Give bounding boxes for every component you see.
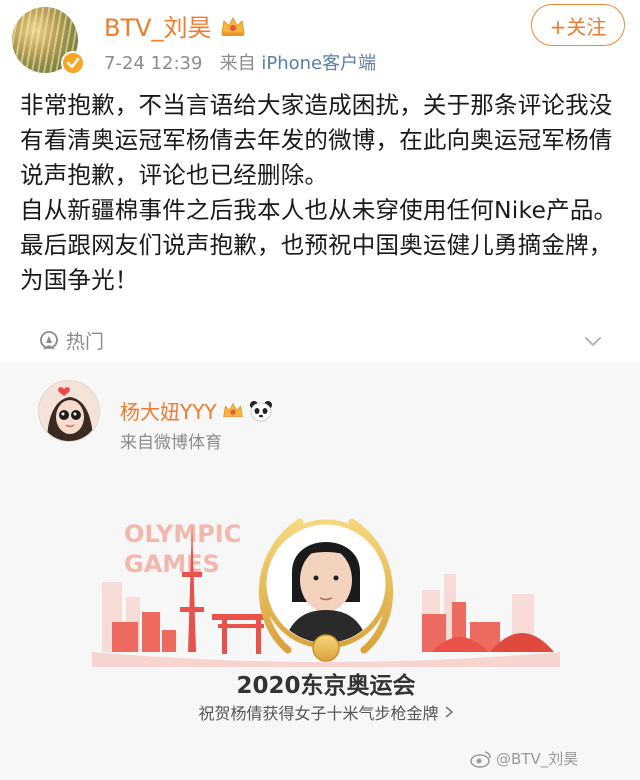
banner-subtitle-link[interactable]: 祝贺杨倩获得女子十米气步枪金牌 <box>92 700 560 724</box>
hot-tag[interactable]: 热门 <box>38 327 104 354</box>
quoted-source: 来自微博体育 <box>120 433 222 453</box>
verified-icon <box>61 51 85 75</box>
crown-icon <box>222 402 243 417</box>
post-paragraph: 非常抱歉，不当言语给大家造成困扰，关于那条评论我没有看清奥运冠军杨倩去年发的微博… <box>20 91 613 189</box>
post-meta: 7-24 12:39 来自 iPhone客户端 <box>104 49 376 75</box>
quoted-post-card[interactable]: 杨大妞YYY 来自微博体育 OLYMPIC GAMES 2020东京奥运会 祝贺… <box>0 362 640 780</box>
crown-icon <box>220 16 245 36</box>
follow-button[interactable]: +关注 <box>531 4 625 46</box>
post-time: 7-24 12:39 <box>104 53 203 74</box>
source-prefix: 来自 <box>219 53 256 74</box>
post-content: 非常抱歉，不当言语给大家造成困扰，关于那条评论我没有看清奥运冠军杨倩去年发的微博… <box>20 88 626 298</box>
author-name[interactable]: BTV_刘昊 <box>104 8 246 43</box>
post-paragraph: 最后跟网友们说声抱歉，也预祝中国奥运健儿勇摘金牌，为国争光！ <box>20 231 613 294</box>
post-paragraph: 自从新疆棉事件之后我本人也从未穿使用任何Nike产品。 <box>20 196 618 224</box>
banner-title: 2020东京奥运会 <box>236 673 416 699</box>
weibo-watermark: @BTV_刘昊 <box>470 748 578 769</box>
author-name-text[interactable]: BTV_刘昊 <box>104 8 212 43</box>
chevron-right-icon <box>445 706 453 718</box>
watermark-text: @BTV_刘昊 <box>496 750 579 768</box>
quoted-author-name[interactable]: 杨大妞YYY <box>120 396 273 425</box>
banner-games-text: GAMES <box>124 550 220 578</box>
banner-olympic-text: OLYMPIC <box>124 520 241 548</box>
follow-label: +关注 <box>549 14 607 39</box>
hot-label: 热门 <box>66 331 105 353</box>
chevron-down-icon[interactable] <box>582 330 604 352</box>
panda-icon <box>249 400 272 421</box>
hot-location-icon <box>40 330 58 350</box>
quoted-author-name-text[interactable]: 杨大妞YYY <box>120 396 217 425</box>
weibo-logo-icon <box>470 750 491 768</box>
banner-subtitle: 祝贺杨倩获得女子十米气步枪金牌 <box>198 704 439 723</box>
quoted-author-avatar[interactable] <box>38 380 100 442</box>
source-device[interactable]: iPhone客户端 <box>261 53 376 74</box>
